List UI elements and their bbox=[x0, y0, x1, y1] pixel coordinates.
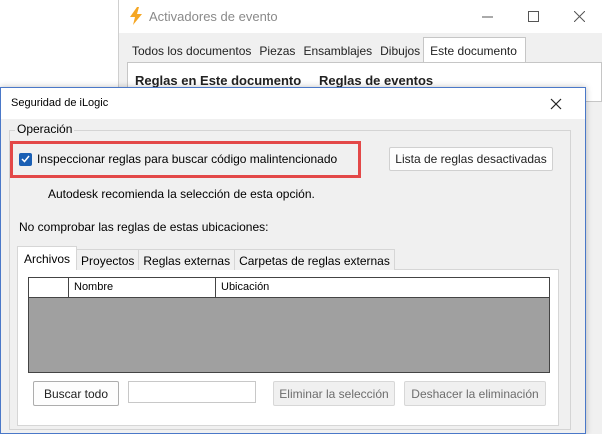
locations-tabs: Archivos Proyectos Reglas externas Carpe… bbox=[17, 246, 395, 270]
lightning-bolt-icon bbox=[130, 7, 142, 25]
tab-external-rule-folders[interactable]: Carpetas de reglas externas bbox=[235, 249, 395, 270]
grid-header-location[interactable]: Ubicación bbox=[216, 278, 549, 297]
minimize-icon bbox=[481, 16, 493, 18]
maximize-icon bbox=[527, 11, 539, 22]
operation-group-label: Operación bbox=[15, 122, 75, 136]
rules-in-document-heading: Reglas en Este documento bbox=[135, 73, 302, 88]
grid-header-name[interactable]: Nombre bbox=[69, 278, 216, 297]
close-icon[interactable] bbox=[549, 97, 563, 111]
excluded-locations-label: No comprobar las reglas de estas ubicaci… bbox=[19, 220, 269, 234]
close-icon bbox=[573, 11, 585, 22]
tab-projects[interactable]: Proyectos bbox=[77, 249, 140, 270]
event-rules-heading: Reglas de eventos bbox=[319, 73, 434, 88]
inspect-rules-checkbox-row[interactable]: Inspeccionar reglas para buscar código m… bbox=[19, 151, 337, 167]
browse-all-button[interactable]: Buscar todo bbox=[33, 381, 119, 406]
tab-this-document[interactable]: Este documento bbox=[423, 37, 526, 63]
tab-drawings[interactable]: Dibujos bbox=[375, 39, 423, 63]
inspect-rules-checkbox[interactable] bbox=[19, 152, 32, 166]
undo-removal-button[interactable]: Deshacer la eliminación bbox=[404, 381, 546, 406]
recommendation-note: Autodesk recomienda la selección de esta… bbox=[48, 187, 315, 201]
tab-parts[interactable]: Piezas bbox=[254, 39, 298, 63]
minimize-button[interactable] bbox=[464, 0, 510, 33]
tab-external-rules[interactable]: Reglas externas bbox=[139, 249, 236, 270]
grid-header: Nombre Ubicación bbox=[29, 278, 549, 298]
maximize-button[interactable] bbox=[510, 0, 556, 33]
tab-all-documents[interactable]: Todos los documentos bbox=[127, 39, 254, 63]
dialog-title: Seguridad de iLogic bbox=[11, 97, 109, 109]
event-triggers-titlebar: Activadores de evento bbox=[119, 0, 602, 33]
event-triggers-title: Activadores de evento bbox=[149, 9, 278, 24]
inspect-rules-label: Inspeccionar reglas para buscar código m… bbox=[37, 152, 338, 166]
event-triggers-tabs: Todos los documentos Piezas Ensamblajes … bbox=[127, 37, 526, 63]
tab-files[interactable]: Archivos bbox=[17, 246, 78, 270]
grid-header-select bbox=[29, 278, 69, 297]
close-window-button[interactable] bbox=[556, 0, 602, 33]
disabled-rules-list-button[interactable]: Lista de reglas desactivadas bbox=[389, 147, 553, 171]
tab-assemblies[interactable]: Ensamblajes bbox=[298, 39, 375, 63]
remove-selection-button[interactable]: Eliminar la selección bbox=[273, 381, 395, 406]
ilogic-security-dialog: Seguridad de iLogic Operación Inspeccion… bbox=[0, 87, 586, 434]
checkmark-icon bbox=[21, 155, 30, 163]
path-input[interactable] bbox=[128, 381, 256, 403]
dialog-titlebar: Seguridad de iLogic bbox=[1, 88, 585, 119]
locations-grid[interactable]: Nombre Ubicación bbox=[28, 277, 550, 373]
